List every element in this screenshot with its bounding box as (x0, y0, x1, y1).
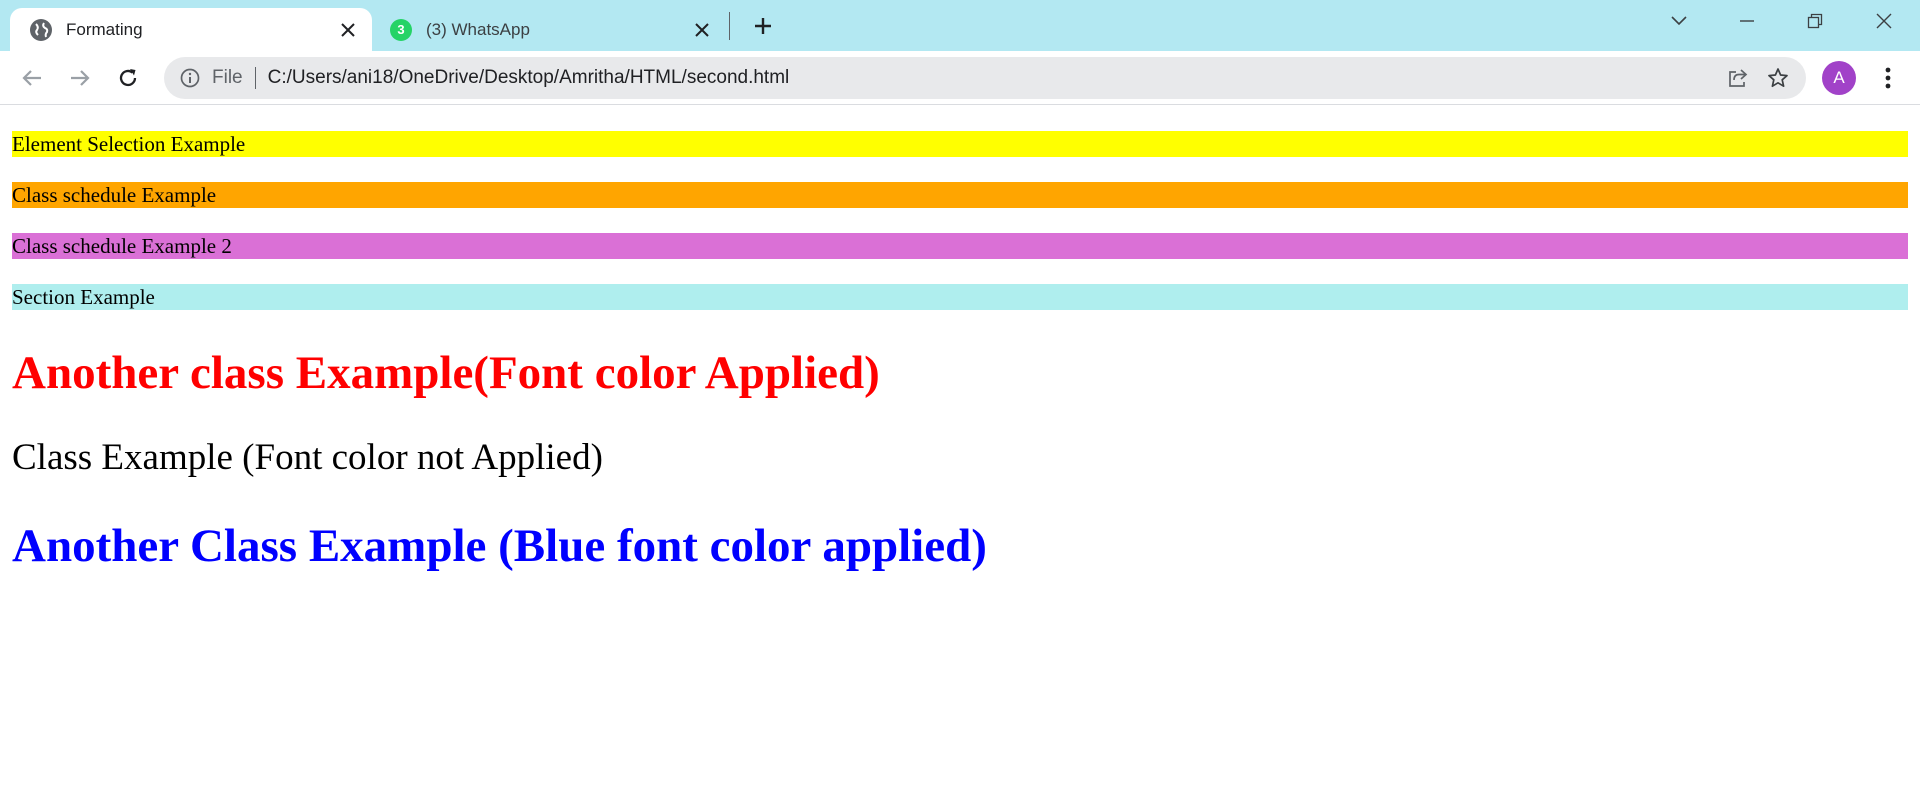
close-icon[interactable] (334, 16, 362, 44)
tab-title: Formating (66, 19, 143, 39)
close-icon[interactable] (688, 16, 716, 44)
forward-button[interactable] (62, 60, 98, 96)
tab-whatsapp[interactable]: 3 (3) WhatsApp (376, 8, 726, 51)
page-content: Element Selection Example Class schedule… (0, 106, 1920, 806)
tab-divider (729, 12, 730, 40)
element-selection-band: Element Selection Example (12, 131, 1908, 157)
section-band: Section Example (12, 284, 1908, 310)
kebab-menu-icon[interactable] (1870, 60, 1906, 96)
info-icon[interactable] (178, 66, 202, 90)
class-schedule-2-band: Class schedule Example 2 (12, 233, 1908, 259)
bookmark-star-icon[interactable] (1758, 60, 1798, 96)
back-button[interactable] (14, 60, 50, 96)
profile-avatar[interactable]: A (1822, 61, 1856, 95)
url-scheme-label: File (212, 67, 243, 88)
restore-button[interactable] (1786, 0, 1844, 42)
minimize-button[interactable] (1718, 0, 1776, 42)
reload-button[interactable] (110, 60, 146, 96)
whatsapp-icon: 3 (390, 18, 412, 41)
tab-title: (3) WhatsApp (426, 19, 530, 39)
globe-icon (30, 18, 52, 41)
blue-heading: Another Class Example (Blue font color a… (12, 520, 987, 572)
tab-formating[interactable]: Formating (10, 8, 372, 51)
address-bar[interactable]: File C:/Users/ani18/OneDrive/Desktop/Amr… (164, 57, 1806, 99)
address-divider (254, 67, 256, 89)
share-icon[interactable] (1718, 60, 1758, 96)
new-tab-button[interactable] (748, 11, 778, 41)
url-text[interactable]: C:/Users/ani18/OneDrive/Desktop/Amritha/… (268, 67, 1718, 89)
browser-toolbar: File C:/Users/ani18/OneDrive/Desktop/Amr… (0, 51, 1920, 105)
close-window-button[interactable] (1855, 0, 1913, 42)
tab-search-button[interactable] (1650, 0, 1708, 42)
plain-heading: Class Example (Font color not Applied) (12, 437, 603, 478)
tab-strip: Formating 3 (3) WhatsApp (0, 0, 1920, 51)
class-schedule-band: Class schedule Example (12, 182, 1908, 208)
red-heading: Another class Example(Font color Applied… (12, 347, 880, 399)
